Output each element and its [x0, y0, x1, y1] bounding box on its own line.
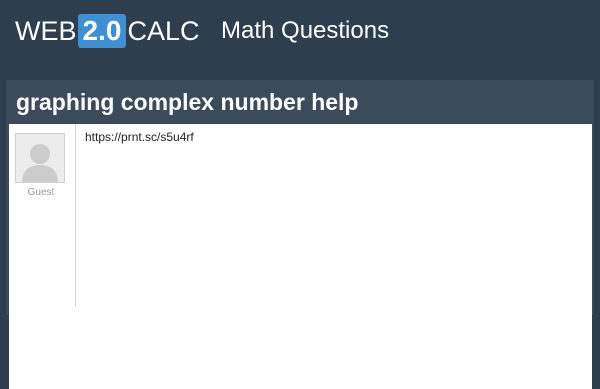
site-header: WEB 2.0 CALC Math Questions	[0, 0, 600, 66]
site-logo[interactable]: WEB 2.0 CALC	[15, 14, 199, 48]
section-link-math-questions[interactable]: Math Questions	[221, 15, 389, 47]
logo-web-text: WEB	[15, 15, 77, 46]
question-panel: graphing complex number help Guest https…	[6, 80, 594, 389]
question-content: Guest https://prnt.sc/s5u4rf	[9, 124, 592, 389]
logo-calc-text: CALC	[127, 15, 200, 46]
user-silhouette-icon	[16, 134, 64, 182]
avatar	[15, 133, 65, 183]
author-name: Guest	[27, 187, 55, 198]
logo-version-badge: 2.0	[77, 14, 127, 48]
question-body[interactable]: https://prnt.sc/s5u4rf	[85, 130, 194, 145]
question-title: graphing complex number help	[16, 89, 359, 115]
author-column: Guest	[9, 124, 76, 307]
